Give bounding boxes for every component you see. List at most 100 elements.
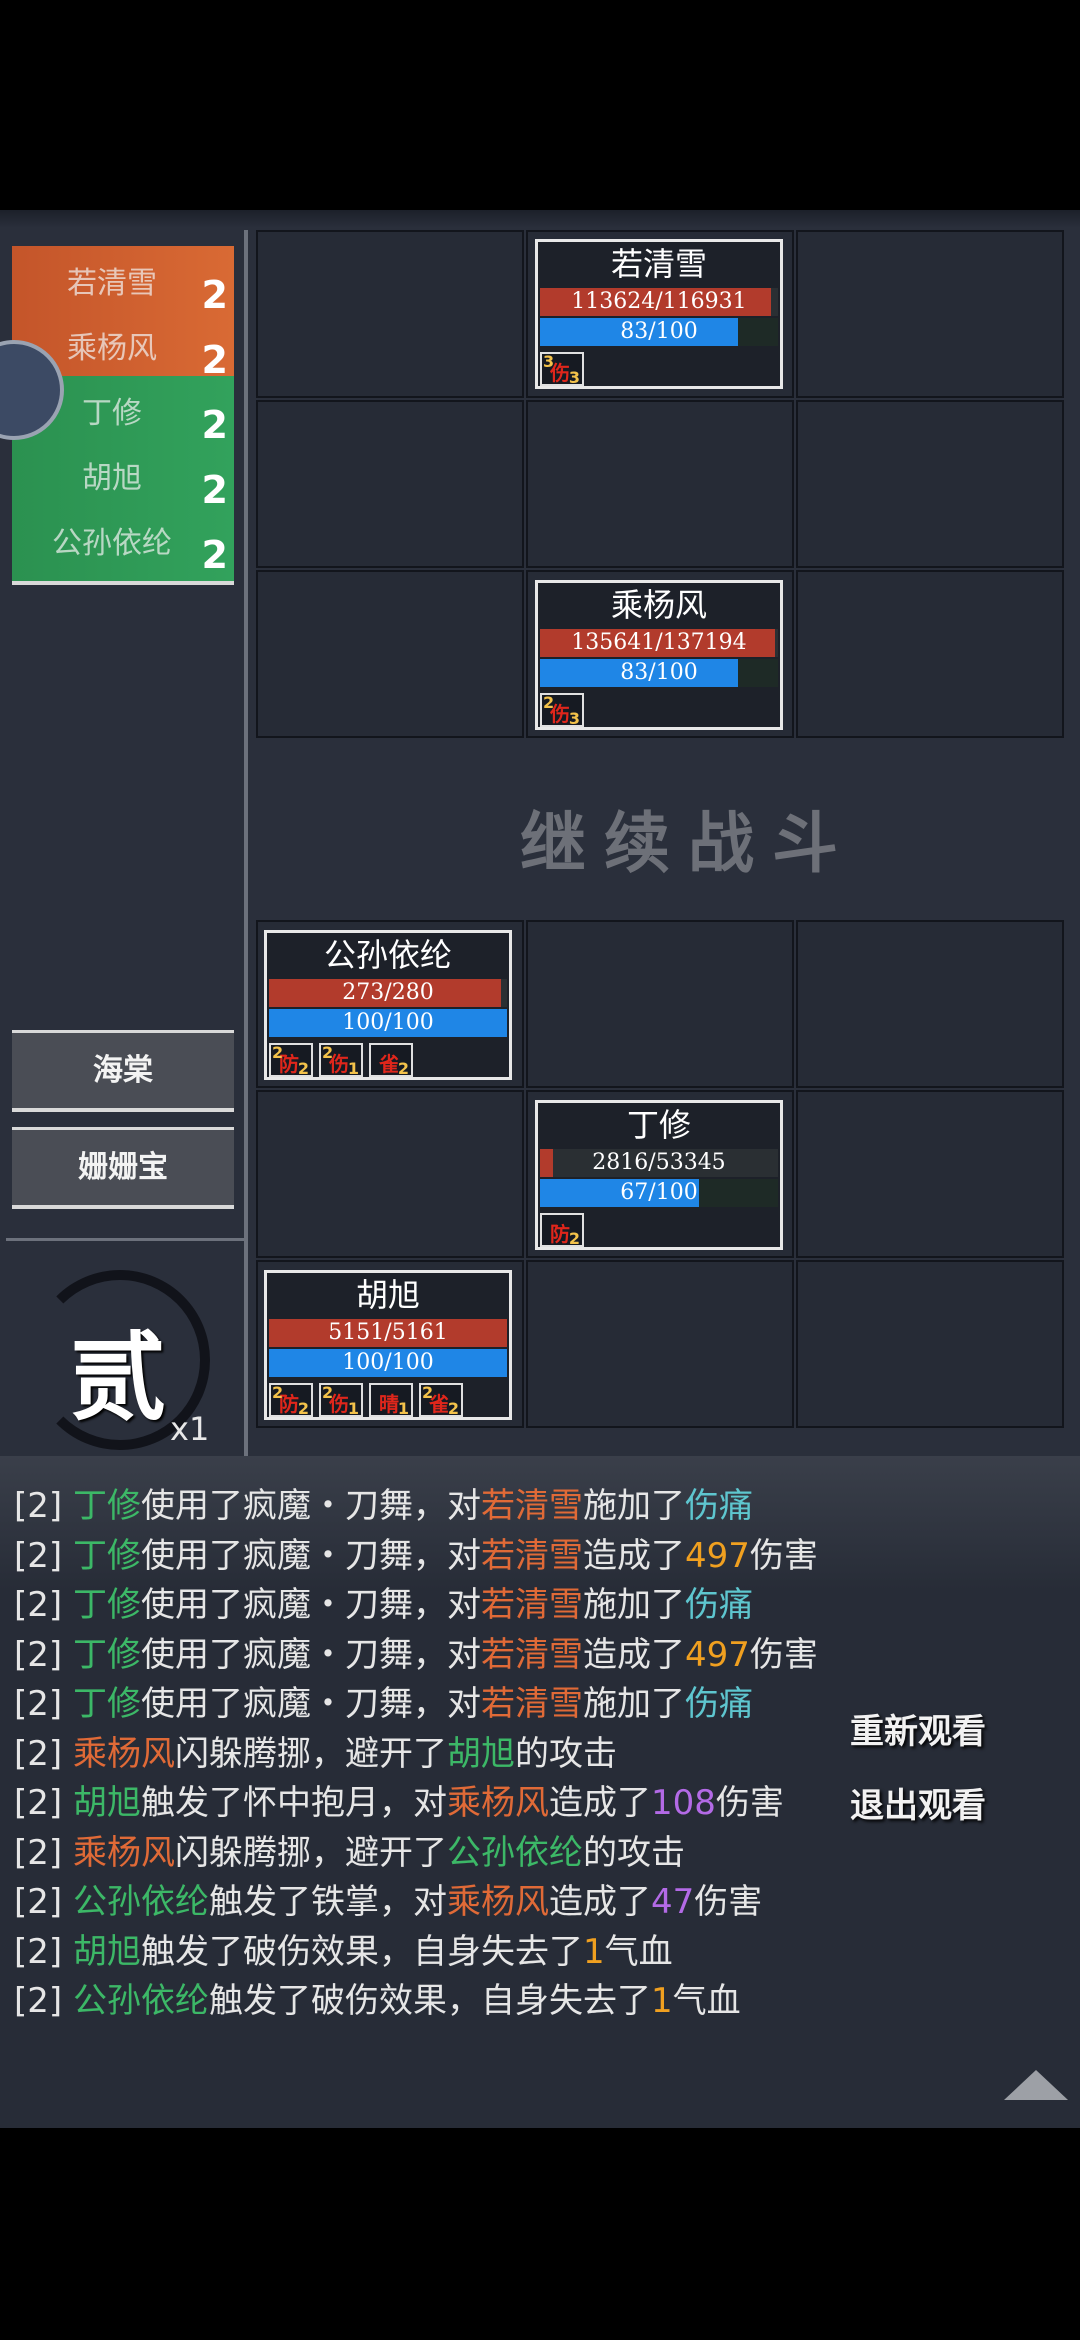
status-label: 防 [550, 1222, 570, 1246]
log-segment: 乘杨风 [446, 1783, 549, 1823]
mp-bar: 100/100 [269, 1009, 507, 1037]
grid-cell[interactable] [256, 1090, 524, 1258]
log-segment: 1 [582, 1931, 605, 1972]
unit-card-chengyangfeng[interactable]: 乘杨风 135641/137194 83/100 伤 2 3 [535, 580, 783, 730]
hp-bar: 113624/116931 [540, 288, 778, 316]
log-segment: 使用了疯魔・刀舞，对 [140, 1585, 481, 1625]
status-effect-icon[interactable]: 晴1 [369, 1383, 413, 1418]
log-segment: 闪躲腾挪，避开了 [174, 1832, 447, 1873]
status-effect-icon[interactable]: 防2 [540, 1213, 584, 1248]
unit-card-gongsunyilun[interactable]: 公孙依纶 273/280 100/100 防 2 2 伤 2 1 雀 2 [264, 930, 512, 1080]
hp-bar: 135641/137194 [540, 629, 778, 657]
sidebar-divider [244, 230, 248, 1456]
turn-item-label: 若清雪 [67, 266, 157, 301]
log-segment: 触发了破伤效果，自身失去了 [208, 1981, 651, 2021]
hp-text: 113624/116931 [571, 289, 747, 314]
status-effect-icon[interactable]: 防22 [269, 1043, 313, 1078]
grid-cell[interactable] [796, 920, 1064, 1088]
hp-text: 2816/53345 [592, 1150, 726, 1175]
exit-replay-button[interactable]: 退出观看 [850, 1778, 1030, 1827]
turn-item-count: 2 [201, 533, 228, 577]
grid-cell[interactable] [526, 400, 794, 568]
log-segment: 施加了 [582, 1684, 685, 1724]
log-segment: 胡旭 [446, 1733, 515, 1774]
log-segment: 若清雪 [480, 1535, 583, 1576]
turn-item-label: 公孙依纶 [52, 526, 172, 561]
battle-screen: 若清雪 2 乘杨风 2 丁修 2 胡旭 2 公孙依纶 2 海棠 姗姗宝 贰 x1… [0, 210, 1080, 2128]
status-effect-icon[interactable]: 雀22 [419, 1383, 463, 1418]
log-segment: 乘杨风 [446, 1882, 549, 1922]
log-segment: 使用了疯魔・刀舞，对 [140, 1486, 481, 1526]
speed-multiplier[interactable]: x1 [170, 1410, 209, 1448]
log-segment: 公孙依纶 [72, 1882, 209, 1922]
grid-cell[interactable] [526, 920, 794, 1088]
hp-bar: 2816/53345 [540, 1149, 778, 1177]
status-stack: 3 [543, 352, 555, 371]
continue-battle-text[interactable]: 继续战斗 [520, 790, 856, 886]
log-segment: 497 [684, 1535, 750, 1576]
log-segment: 47 [650, 1882, 695, 1922]
reserve-item-shanshanbao[interactable]: 姗姗宝 [12, 1127, 234, 1209]
status-effect-icon[interactable]: 雀2 [369, 1043, 413, 1078]
log-segment: 气血 [672, 1981, 741, 2021]
hp-bar: 5151/5161 [269, 1319, 507, 1347]
log-segment: 闪躲腾挪，避开了 [174, 1733, 447, 1774]
status-effect-icon[interactable]: 伤21 [319, 1383, 363, 1418]
log-segment: 伤害 [749, 1634, 818, 1675]
log-line: [2] 丁修使用了疯魔・刀舞，对若清雪造成了497伤害 [14, 1528, 818, 1577]
status-turns: 1 [347, 1399, 359, 1418]
grid-cell[interactable] [526, 1260, 794, 1428]
log-segment: 丁修 [72, 1585, 141, 1625]
log-segment: 伤痛 [684, 1684, 753, 1724]
unit-card-ruoqingxue[interactable]: 若清雪 113624/116931 83/100 伤 3 3 [535, 239, 783, 389]
grid-cell[interactable] [796, 570, 1064, 738]
log-segment: 造成了 [582, 1535, 685, 1576]
log-segment: 胡旭 [72, 1783, 141, 1823]
mp-bar: 100/100 [269, 1349, 507, 1377]
grid-cell[interactable] [256, 570, 524, 738]
mp-bar: 67/100 [540, 1179, 778, 1207]
log-line: [2] 丁修使用了疯魔・刀舞，对若清雪施加了伤痛 [14, 1676, 753, 1725]
reserve-item-label: 海棠 [93, 1053, 153, 1088]
reserve-item-haitang[interactable]: 海棠 [12, 1030, 234, 1112]
log-line: [2] 丁修使用了疯魔・刀舞，对若清雪造成了497伤害 [14, 1627, 818, 1676]
log-segment: 施加了 [582, 1486, 685, 1526]
grid-cell[interactable] [796, 1260, 1064, 1428]
scroll-up-icon[interactable] [1004, 2070, 1068, 2100]
mp-bar: 83/100 [540, 659, 778, 687]
status-turns: 3 [568, 368, 580, 387]
unit-name: 丁修 [626, 1106, 691, 1144]
log-segment: 丁修 [72, 1535, 141, 1576]
log-segment: 施加了 [582, 1585, 685, 1625]
unit-name: 胡旭 [355, 1276, 420, 1314]
status-effect-icon[interactable]: 伤23 [540, 693, 584, 728]
log-segment: 使用了疯魔・刀舞，对 [140, 1684, 481, 1724]
grid-cell[interactable] [256, 230, 524, 398]
unit-card-dingxiu[interactable]: 丁修 2816/53345 67/100 防 2 [535, 1100, 783, 1250]
log-segment: [2] [14, 1882, 73, 1922]
hp-text: 273/280 [342, 980, 434, 1005]
log-segment: 触发了怀中抱月，对 [140, 1783, 447, 1823]
turn-item-gongsunyilun[interactable]: 公孙依纶 2 [12, 506, 234, 585]
grid-cell[interactable] [796, 230, 1064, 398]
grid-cell[interactable] [796, 1090, 1064, 1258]
status-effect-icon[interactable]: 伤33 [540, 352, 584, 387]
log-segment: 若清雪 [480, 1585, 583, 1625]
turn-order-sidebar: 若清雪 2 乘杨风 2 丁修 2 胡旭 2 公孙依纶 2 海棠 姗姗宝 贰 x1 [0, 230, 246, 1456]
unit-card-huxu[interactable]: 胡旭 5151/5161 100/100 防 2 2 伤 2 1 晴 1 雀 2 2 [264, 1270, 512, 1420]
status-stack: 2 [322, 1043, 334, 1062]
replay-button[interactable]: 重新观看 [850, 1704, 1030, 1753]
status-stack: 2 [272, 1383, 284, 1402]
battle-log[interactable]: [2] 丁修使用了疯魔・刀舞，对若清雪施加了伤痛 [2] 丁修使用了疯魔・刀舞，对… [0, 1456, 1080, 2128]
log-line: [2] 公孙依纶触发了铁掌，对乘杨风造成了47伤害 [14, 1874, 762, 1923]
grid-cell[interactable] [796, 400, 1064, 568]
status-effect-icon[interactable]: 防22 [269, 1383, 313, 1418]
log-segment: 造成了 [548, 1783, 651, 1823]
grid-cell[interactable] [256, 400, 524, 568]
status-effect-icon[interactable]: 伤21 [319, 1043, 363, 1078]
log-segment: 公孙依纶 [72, 1981, 209, 2021]
log-segment: [2] [14, 1733, 73, 1774]
log-segment: 公孙依纶 [446, 1832, 583, 1873]
mp-text: 83/100 [620, 319, 698, 344]
status-stack: 2 [422, 1383, 434, 1402]
